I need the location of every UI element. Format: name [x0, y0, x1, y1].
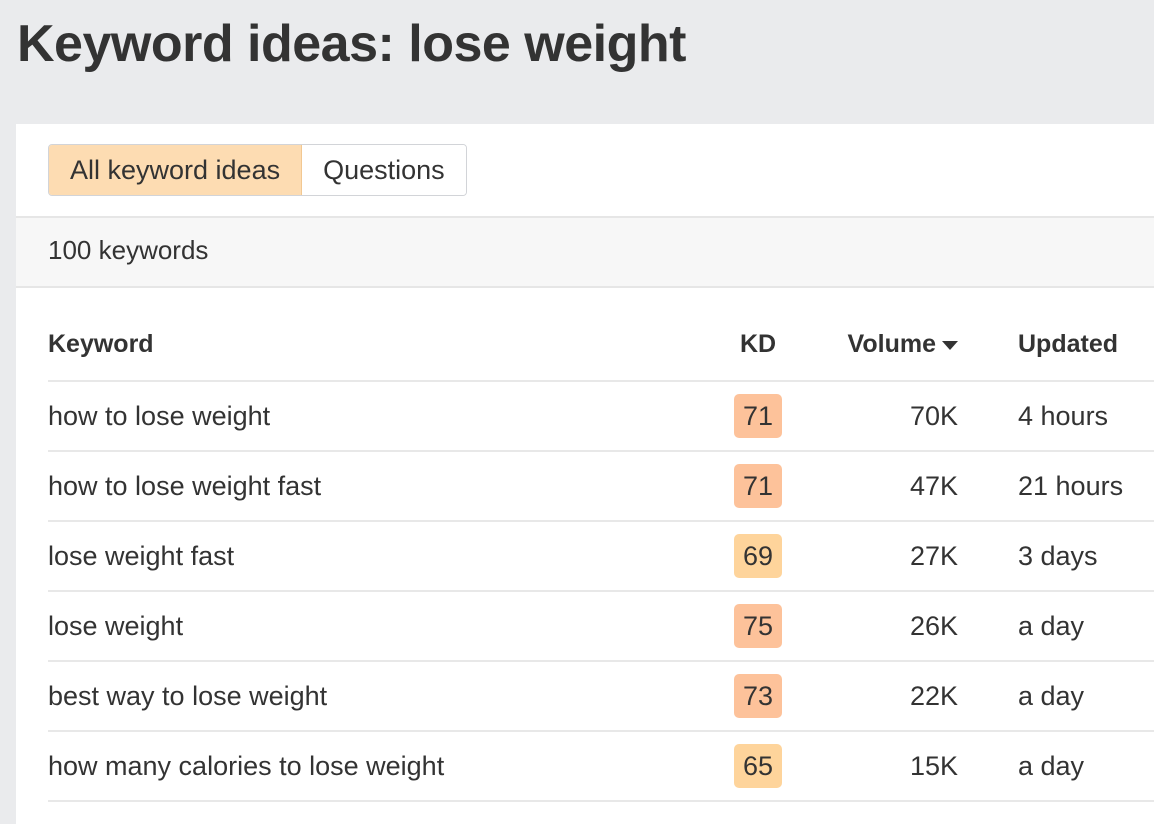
keyword-link[interactable]: how many calories to lose weight: [48, 751, 444, 782]
updated-cell: a day: [1018, 751, 1085, 781]
table-header-row: Keyword KD Volume Updated: [48, 314, 1154, 382]
tab-questions[interactable]: Questions: [302, 145, 466, 195]
volume-cell: 27K: [909, 541, 958, 571]
kd-badge: 65: [734, 744, 782, 788]
volume-cell: 15K: [909, 751, 958, 781]
column-header-kd[interactable]: KD: [734, 330, 782, 359]
kd-badge: 73: [734, 674, 782, 718]
kd-badge: 75: [734, 604, 782, 648]
updated-cell: a day: [1018, 681, 1085, 711]
kd-cell: 65: [734, 744, 782, 788]
updated-cell: 3 days: [1018, 541, 1098, 571]
tab-group: All keyword ideas Questions: [48, 144, 467, 196]
updated-cell: 4 hours: [1018, 401, 1109, 431]
updated-cell: a day: [1018, 611, 1085, 641]
tab-all-keyword-ideas[interactable]: All keyword ideas: [49, 145, 303, 195]
table-row[interactable]: lose weight fast 69 27K 3 days: [48, 522, 1154, 592]
keyword-link[interactable]: lose weight fast: [48, 541, 234, 572]
keywords-table: Keyword KD Volume Updated how to lose we…: [48, 314, 1154, 802]
volume-cell: 70K: [909, 401, 958, 431]
page-title: Keyword ideas: lose weight: [17, 15, 686, 73]
results-summary-bar: 100 keywords: [16, 216, 1154, 288]
table-row[interactable]: how to lose weight 71 70K 4 hours: [48, 382, 1154, 452]
volume-cell: 47K: [909, 471, 958, 501]
volume-cell: 22K: [909, 681, 958, 711]
column-header-volume-label: Volume: [847, 330, 936, 358]
kd-cell: 73: [734, 674, 782, 718]
table-row[interactable]: how many calories to lose weight 65 15K a d…: [48, 732, 1154, 802]
updated-cell: 21 hours: [1018, 471, 1124, 501]
caret-down-icon: [942, 340, 958, 350]
volume-cell: 26K: [909, 611, 958, 641]
column-header-keyword[interactable]: Keyword: [48, 330, 154, 359]
keyword-link[interactable]: how to lose weight fast: [48, 471, 321, 502]
kd-badge: 69: [734, 534, 782, 578]
kd-badge: 71: [734, 464, 782, 508]
keyword-count: 100 keywords: [48, 235, 209, 265]
kd-cell: 69: [734, 534, 782, 578]
table-row[interactable]: lose weight 75 26K a day: [48, 592, 1154, 662]
kd-cell: 71: [734, 464, 782, 508]
keyword-link[interactable]: lose weight: [48, 611, 183, 642]
keyword-link[interactable]: best way to lose weight: [48, 681, 327, 712]
table-row[interactable]: how to lose weight fast 71 47K 21 hours: [48, 452, 1154, 522]
keyword-ideas-panel: All keyword ideas Questions 100 keywords…: [16, 124, 1154, 824]
column-header-updated[interactable]: Updated: [1018, 330, 1118, 359]
keyword-link[interactable]: how to lose weight: [48, 401, 270, 432]
table-row[interactable]: best way to lose weight 73 22K a day: [48, 662, 1154, 732]
kd-cell: 71: [734, 394, 782, 438]
column-header-volume[interactable]: Volume: [848, 330, 958, 359]
kd-cell: 75: [734, 604, 782, 648]
kd-badge: 71: [734, 394, 782, 438]
